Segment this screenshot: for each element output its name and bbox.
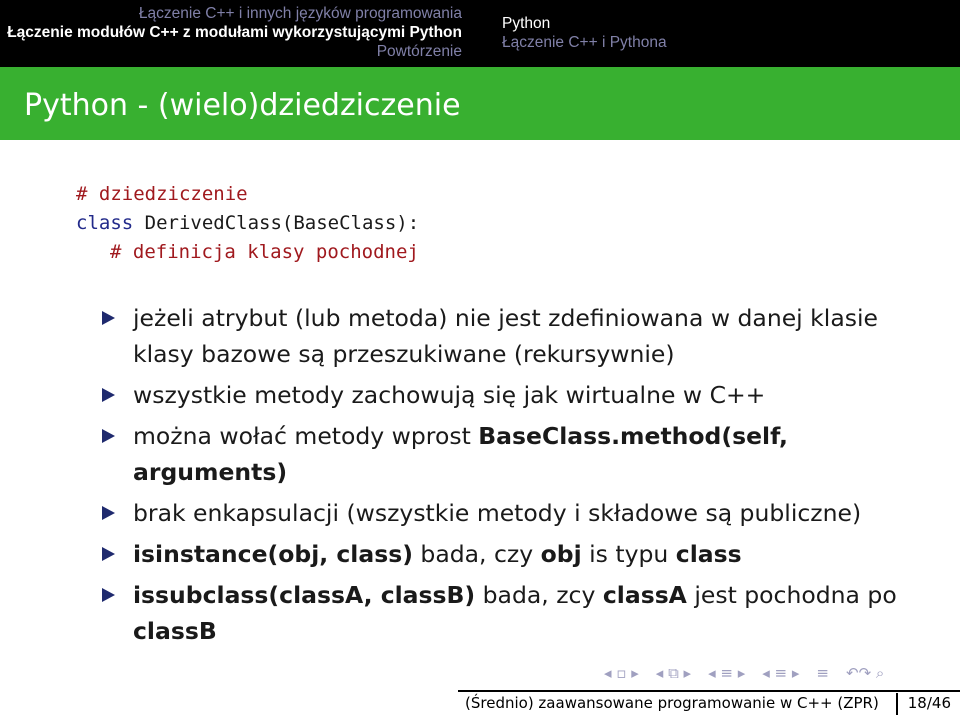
bullet-text: wszystkie metody zachowują się jak wirtu… bbox=[133, 381, 766, 409]
code-line: # definicja klasy pochodnej bbox=[110, 241, 419, 263]
footer-separator bbox=[896, 693, 898, 715]
list-item: jeżeli atrybut (lub metoda) nie jest zde… bbox=[100, 300, 900, 372]
bullet-code: issubclass(classA, classB) bbox=[133, 581, 476, 609]
bullet-list: jeżeli atrybut (lub metoda) nie jest zde… bbox=[100, 300, 900, 654]
align-icon[interactable]: ≡ bbox=[816, 664, 829, 682]
code-block: # dziedziczenie class DerivedClass(BaseC… bbox=[76, 180, 419, 267]
frame-nav-icon[interactable]: ◂ ▫ ▸ bbox=[604, 664, 639, 682]
list-item: wszystkie metody zachowują się jak wirtu… bbox=[100, 377, 900, 413]
bullet-text: jest pochodna po bbox=[686, 581, 905, 609]
page-number: 18/46 bbox=[907, 694, 951, 712]
nav-subsection-1[interactable]: Python bbox=[480, 14, 960, 33]
bullet-triangle-icon bbox=[102, 547, 115, 561]
code-text: DerivedClass(BaseClass): bbox=[133, 212, 420, 234]
section-next-nav-icon[interactable]: ◂ ≡ ▸ bbox=[762, 664, 799, 682]
list-item: można wołać metody wprost BaseClass.meth… bbox=[100, 418, 900, 490]
bullet-text: jeżeli atrybut (lub metoda) nie jest zde… bbox=[133, 304, 878, 368]
bullet-text: brak enkapsulacji (wszystkie metody i sk… bbox=[133, 499, 862, 527]
list-item: brak enkapsulacji (wszystkie metody i sk… bbox=[100, 495, 900, 531]
bullet-code: classB bbox=[133, 617, 217, 645]
search-back-forward-icon[interactable]: ↶↷ ⌕ bbox=[846, 664, 884, 682]
list-item: issubclass(classA, classB) bada, zcy cla… bbox=[100, 577, 900, 649]
footer: (Średnio) zaawansowane programowanie w C… bbox=[0, 690, 960, 716]
section-prev-nav-icon[interactable]: ◂ ≡ ▸ bbox=[708, 664, 745, 682]
bullet-triangle-icon bbox=[102, 429, 115, 443]
slide-title: Python - (wielo)dziedziczenie bbox=[24, 88, 461, 123]
bullet-triangle-icon bbox=[102, 506, 115, 520]
nav-section-1[interactable]: Łączenie C++ i innych języków programowa… bbox=[0, 4, 480, 23]
bullet-triangle-icon bbox=[102, 311, 115, 325]
bullet-text: bada, zcy bbox=[475, 581, 603, 609]
footer-divider bbox=[458, 690, 960, 692]
bullet-text: można wołać metody wprost bbox=[133, 422, 479, 450]
bullet-code: class bbox=[675, 540, 742, 568]
bullet-triangle-icon bbox=[102, 588, 115, 602]
bullet-code: isinstance(obj, class) bbox=[133, 540, 413, 568]
section-nav: Łączenie C++ i innych języków programowa… bbox=[0, 0, 480, 67]
bullet-triangle-icon bbox=[102, 388, 115, 402]
nav-section-2[interactable]: Łączenie modułów C++ z modułami wykorzys… bbox=[0, 23, 480, 42]
code-line: # dziedziczenie bbox=[76, 183, 248, 205]
code-keyword: class bbox=[76, 212, 134, 234]
beamer-navigation-controls: ◂ ▫ ▸ ◂ ⧉ ▸ ◂ ≡ ▸ ◂ ≡ ▸ ≡ ↶↷ ⌕ bbox=[604, 664, 884, 682]
subsection-nav: Python Łączenie C++ i Pythona bbox=[480, 0, 960, 67]
footer-course-title: (Średnio) zaawansowane programowanie w C… bbox=[465, 694, 879, 712]
bullet-code: classA bbox=[602, 581, 687, 609]
top-navigation-bar: Łączenie C++ i innych języków programowa… bbox=[0, 0, 960, 67]
bullet-code: obj bbox=[540, 540, 582, 568]
subsection-nav-icon[interactable]: ◂ ⧉ ▸ bbox=[656, 664, 691, 682]
bullet-text: bada, czy bbox=[412, 540, 541, 568]
list-item: isinstance(obj, class) bada, czy obj is … bbox=[100, 536, 900, 572]
bullet-text: is typu bbox=[581, 540, 676, 568]
code-line: class DerivedClass(BaseClass): bbox=[76, 209, 419, 238]
nav-section-3[interactable]: Powtórzenie bbox=[0, 42, 480, 61]
nav-subsection-2[interactable]: Łączenie C++ i Pythona bbox=[480, 33, 960, 52]
